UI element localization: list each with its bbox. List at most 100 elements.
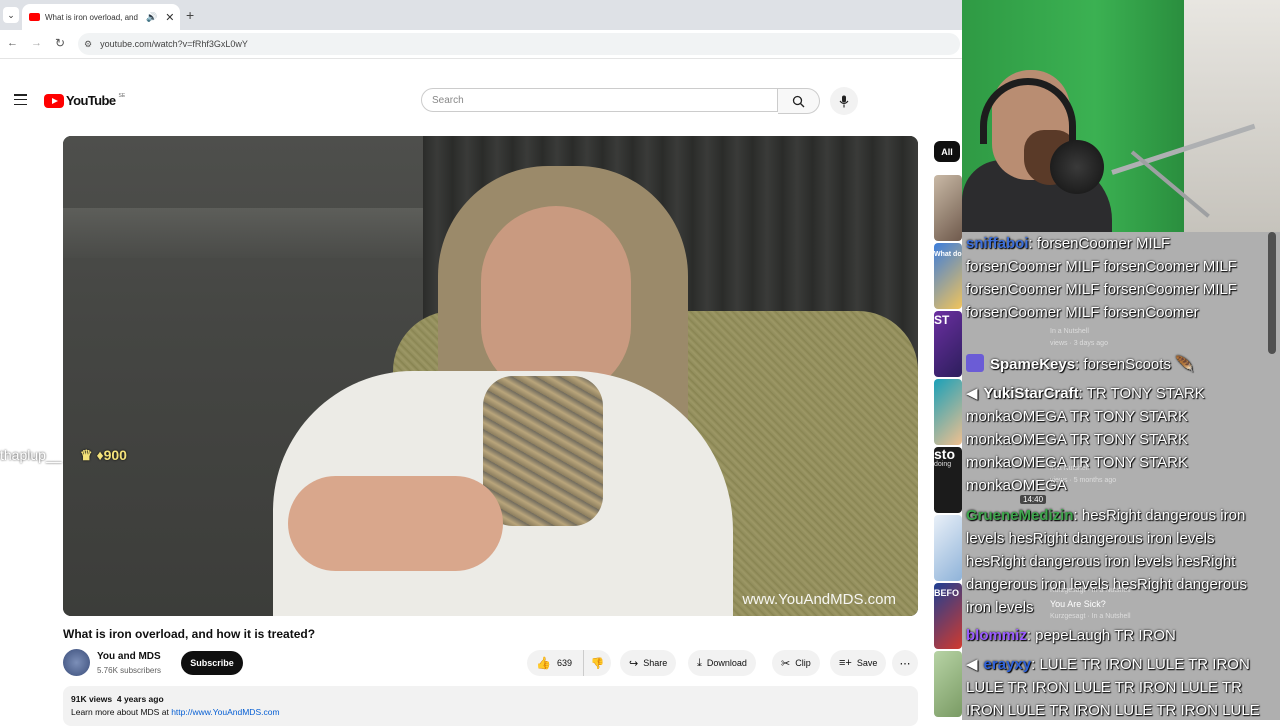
recommendation-thumbnail[interactable] [934, 651, 962, 717]
tab-search-dropdown[interactable]: ⌄ [3, 7, 19, 23]
thumbnail-text: BEFO [934, 588, 960, 598]
download-button[interactable]: ⤓ Download [688, 650, 756, 676]
dislike-button[interactable]: 👎 [583, 650, 611, 676]
description-text: Learn more about MDS at http://www.YouAn… [71, 707, 280, 717]
channel-avatar[interactable] [63, 649, 90, 676]
chat-username[interactable]: sniffaboi [966, 235, 1029, 252]
chat-username[interactable]: YukiStarCraft [984, 385, 1079, 402]
close-tab-icon[interactable]: ✕ [165, 11, 174, 24]
recommendation-thumbnail[interactable]: sto doing [934, 447, 962, 513]
speaker-face [481, 206, 631, 396]
speaker-scarf [483, 376, 603, 526]
thumbnail-text: What do [934, 251, 962, 258]
youtube-play-icon [44, 93, 64, 108]
recommendation-meta: In a Nutshell [1050, 328, 1089, 335]
chip-all-label: All [941, 146, 953, 157]
thumbs-down-icon: 👎 [590, 657, 605, 670]
recommendation-title: You Are Sick? [1050, 599, 1106, 609]
description-link[interactable]: http://www.YouAndMDS.com [171, 707, 279, 717]
recommendation-thumbnail[interactable]: BEFO [934, 583, 962, 649]
chat-message: sniffaboi: forsenCoomer MILF forsenCoome… [966, 232, 1266, 324]
save-label: Save [856, 658, 878, 668]
crown-icon: ♛ [80, 447, 93, 463]
search-icon [792, 95, 805, 107]
video-player[interactable]: www.YouAndMDS.com [63, 136, 918, 616]
subscriber-count: 5.76K subscribers [97, 666, 162, 675]
region-code: SE [118, 92, 126, 99]
thumbnail-text: ST [934, 313, 950, 327]
recommendation-meta: views · 5 months ago [1050, 477, 1117, 484]
upload-age: 4 years ago [116, 694, 164, 704]
youtube-logo[interactable]: YouTube SE [44, 93, 125, 108]
back-button[interactable]: ← [7, 37, 18, 49]
scissors-icon: ✂ [781, 657, 791, 670]
chat-username[interactable]: SpameKeys [990, 356, 1075, 373]
clip-label: Clip [795, 658, 811, 668]
filter-chip-all[interactable]: All [934, 141, 960, 162]
view-count: 91K views [71, 694, 113, 704]
wall-molding [63, 208, 428, 258]
overlay-user-name: thaplup__ [0, 447, 62, 463]
more-actions-button[interactable]: ⋯ [892, 650, 918, 676]
menu-icon[interactable] [14, 94, 27, 106]
chat-text: : forsenScoots [1075, 356, 1171, 373]
voice-search-button[interactable] [830, 87, 858, 115]
speaker-hands [288, 476, 503, 571]
thumbnail-text: doing [934, 461, 952, 468]
youtube-favicon-icon [29, 13, 40, 21]
recommendation-thumbnail[interactable]: What do [934, 243, 962, 309]
address-bar[interactable]: ⚙ youtube.com/watch?v=fRhf3GxL0wY [78, 33, 960, 55]
save-button[interactable]: ≡+ Save [830, 650, 887, 676]
streamer-webcam [962, 0, 1280, 232]
audio-playing-icon[interactable]: 🔊 [146, 12, 157, 23]
share-icon: ↪ [629, 657, 639, 670]
share-label: Share [643, 658, 668, 668]
video-title: What is iron overload, and how it is tre… [63, 627, 316, 641]
recommendation-meta: Kurzgesagt · In a Nutshell [1050, 613, 1131, 620]
chat-username[interactable]: GrueneMedizin [966, 507, 1074, 524]
youtube-wordmark: YouTube [66, 93, 116, 108]
subscribe-label: Subscribe [190, 658, 234, 668]
microphone-icon [839, 95, 849, 107]
description-box[interactable] [63, 686, 918, 726]
thumbnail-text: sto [934, 447, 955, 462]
site-info-icon[interactable]: ⚙ [84, 39, 92, 50]
recommendation-thumbnail[interactable]: ST [934, 311, 962, 377]
overlay-points: ♛ ♦900 [80, 447, 127, 464]
recommendation-duration: 14:40 [1020, 495, 1047, 504]
recommendation-thumbnail[interactable] [934, 379, 962, 445]
chat-scrollbar[interactable] [1268, 232, 1276, 354]
user-badge-icon [966, 354, 984, 372]
clip-button[interactable]: ✂ Clip [772, 650, 820, 676]
subscribe-button[interactable]: Subscribe [181, 651, 243, 675]
browser-tab[interactable]: What is iron overload, and 🔊 ✕ [22, 4, 180, 30]
chat-username[interactable]: erayxy [984, 656, 1032, 673]
forward-button[interactable]: → [31, 37, 42, 49]
view-info: 91K views 4 years ago [71, 694, 164, 704]
channel-name[interactable]: You and MDS [97, 651, 161, 662]
recommendation-thumbnail[interactable] [934, 515, 962, 581]
emote-icon: 🪶 [1175, 356, 1194, 373]
download-icon: ⤓ [697, 656, 702, 669]
url-text: youtube.com/watch?v=fRhf3GxL0wY [100, 39, 248, 49]
like-button[interactable]: 👍 639 [527, 650, 583, 676]
tab-title: What is iron overload, and [45, 12, 138, 22]
more-icon: ⋯ [899, 657, 911, 670]
share-button[interactable]: ↪ Share [620, 650, 677, 676]
chat-message: blommiz: pepeLaugh TR IRON [966, 624, 1266, 647]
speaker-badge-icon: ◀ [966, 385, 978, 402]
drop-icon: ♦ [96, 447, 104, 463]
chat-text: : pepeLaugh TR IRON [1026, 627, 1176, 644]
search-button[interactable] [778, 88, 820, 114]
download-label: Download [706, 658, 747, 668]
chat-username[interactable]: blommiz [966, 627, 1027, 644]
points-value: 900 [103, 447, 127, 463]
speaker-badge-icon: ◀ [966, 656, 978, 673]
reload-button[interactable]: ↻ [55, 36, 65, 50]
search-input[interactable]: Search [421, 88, 778, 112]
video-watermark: www.YouAndMDS.com [742, 591, 896, 608]
chat-message: GrueneMedizin: hesRight dangerous iron l… [966, 504, 1266, 619]
recommendation-thumbnail[interactable] [934, 175, 962, 241]
microphone [1050, 140, 1104, 194]
new-tab-button[interactable]: + [186, 7, 194, 23]
